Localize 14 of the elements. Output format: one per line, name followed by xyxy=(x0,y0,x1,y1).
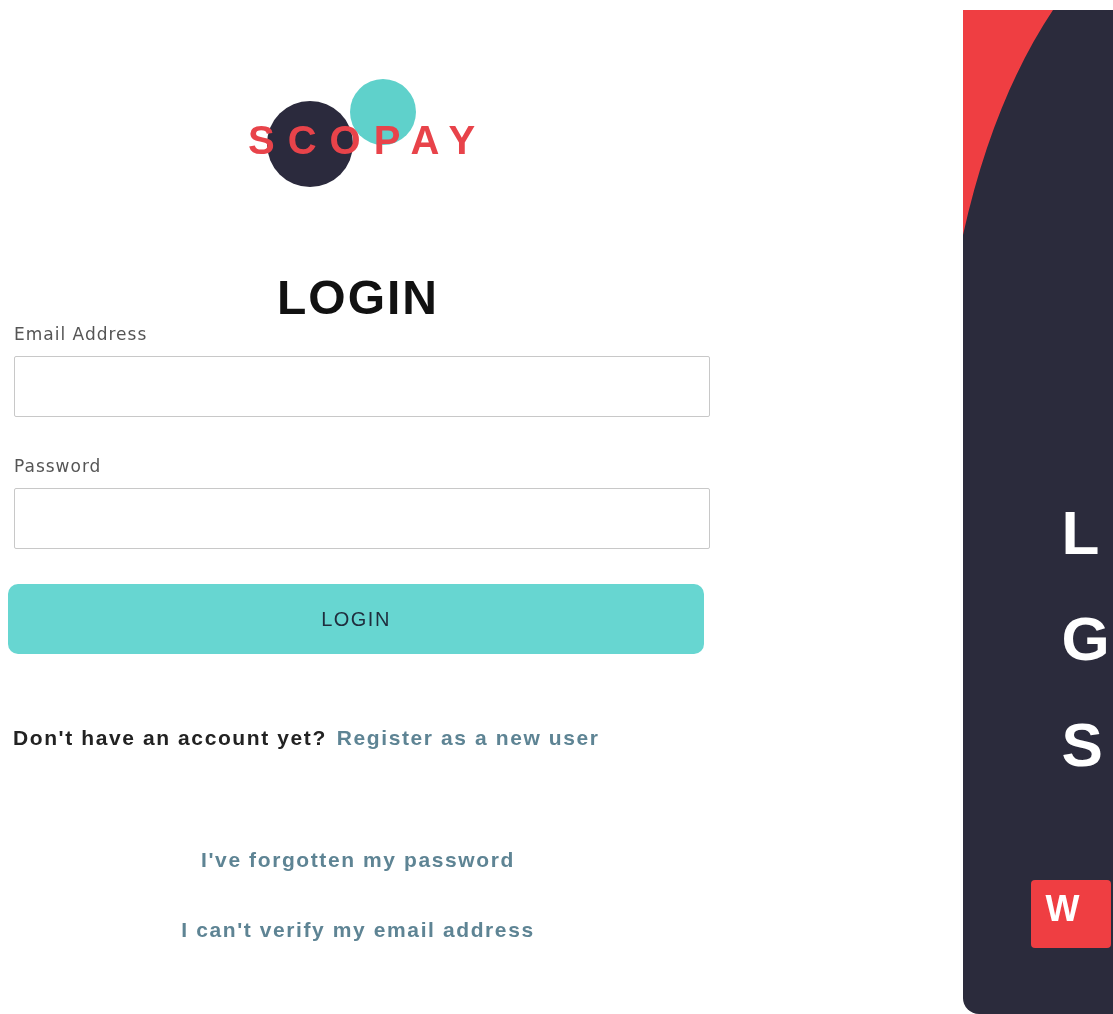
login-button[interactable]: LOGIN xyxy=(8,584,704,654)
field-label: Email Address xyxy=(14,324,149,344)
field-label: Password xyxy=(14,456,103,476)
promo-headline: L xyxy=(1061,497,1101,569)
input-field[interactable] xyxy=(14,356,710,417)
register-prompt: Don't have an account yet? xyxy=(13,726,327,750)
input-field[interactable] xyxy=(14,488,710,549)
register-link[interactable]: Register as a new user xyxy=(336,726,600,750)
promo-badge: W xyxy=(1031,880,1112,948)
promo-headline: S xyxy=(1061,709,1104,781)
promo-headline: G xyxy=(1061,603,1110,675)
login-heading: LOGIN xyxy=(276,272,440,324)
help-link[interactable]: I can't verify my email address xyxy=(181,918,535,942)
help-link[interactable]: I've forgotten my password xyxy=(201,848,515,872)
